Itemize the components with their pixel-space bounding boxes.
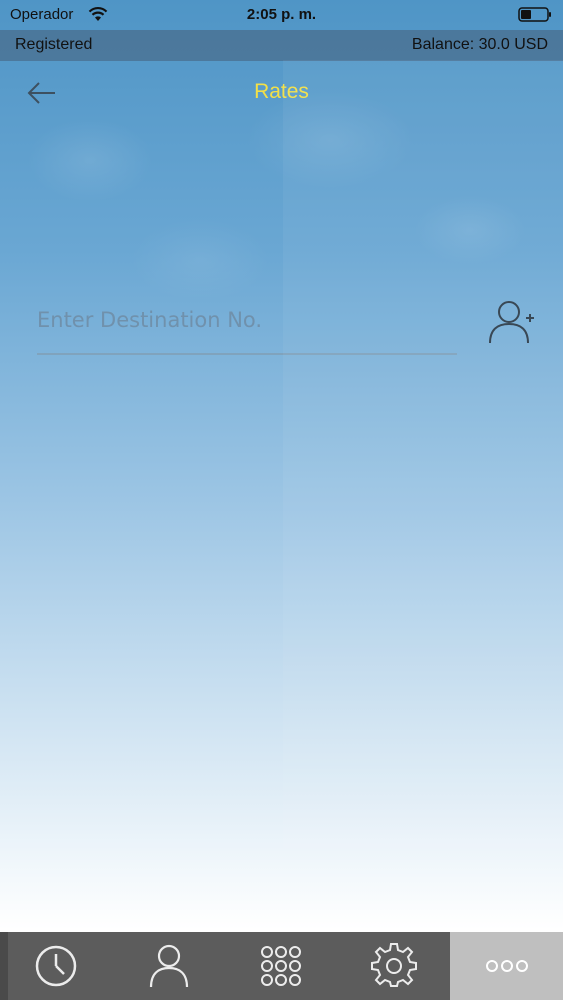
tab-bar xyxy=(0,932,563,1000)
gear-icon xyxy=(371,943,418,987)
keypad-icon xyxy=(261,946,302,986)
add-contact-icon[interactable] xyxy=(486,298,536,346)
input-underline xyxy=(37,353,457,355)
tab-more[interactable] xyxy=(450,932,563,1000)
destination-number-input[interactable] xyxy=(37,300,457,340)
account-bar: Registered Balance: 30.0 USD xyxy=(0,30,563,61)
contact-icon xyxy=(149,944,188,988)
battery-icon xyxy=(518,7,551,22)
tab-contacts[interactable] xyxy=(113,932,226,1000)
app-screen: Operador 2:05 p. m. Registered Balance: … xyxy=(0,0,563,1000)
tab-recents[interactable] xyxy=(0,932,113,1000)
status-bar: Operador 2:05 p. m. xyxy=(0,0,563,30)
clock-icon xyxy=(36,945,77,987)
status-time: 2:05 p. m. xyxy=(246,6,317,23)
balance-label: Balance: 30.0 USD xyxy=(411,36,548,53)
page-title: Rates xyxy=(254,80,309,103)
tab-settings[interactable] xyxy=(338,932,451,1000)
registration-status: Registered xyxy=(15,36,93,53)
more-icon xyxy=(485,960,528,972)
tab-keypad[interactable] xyxy=(225,932,338,1000)
